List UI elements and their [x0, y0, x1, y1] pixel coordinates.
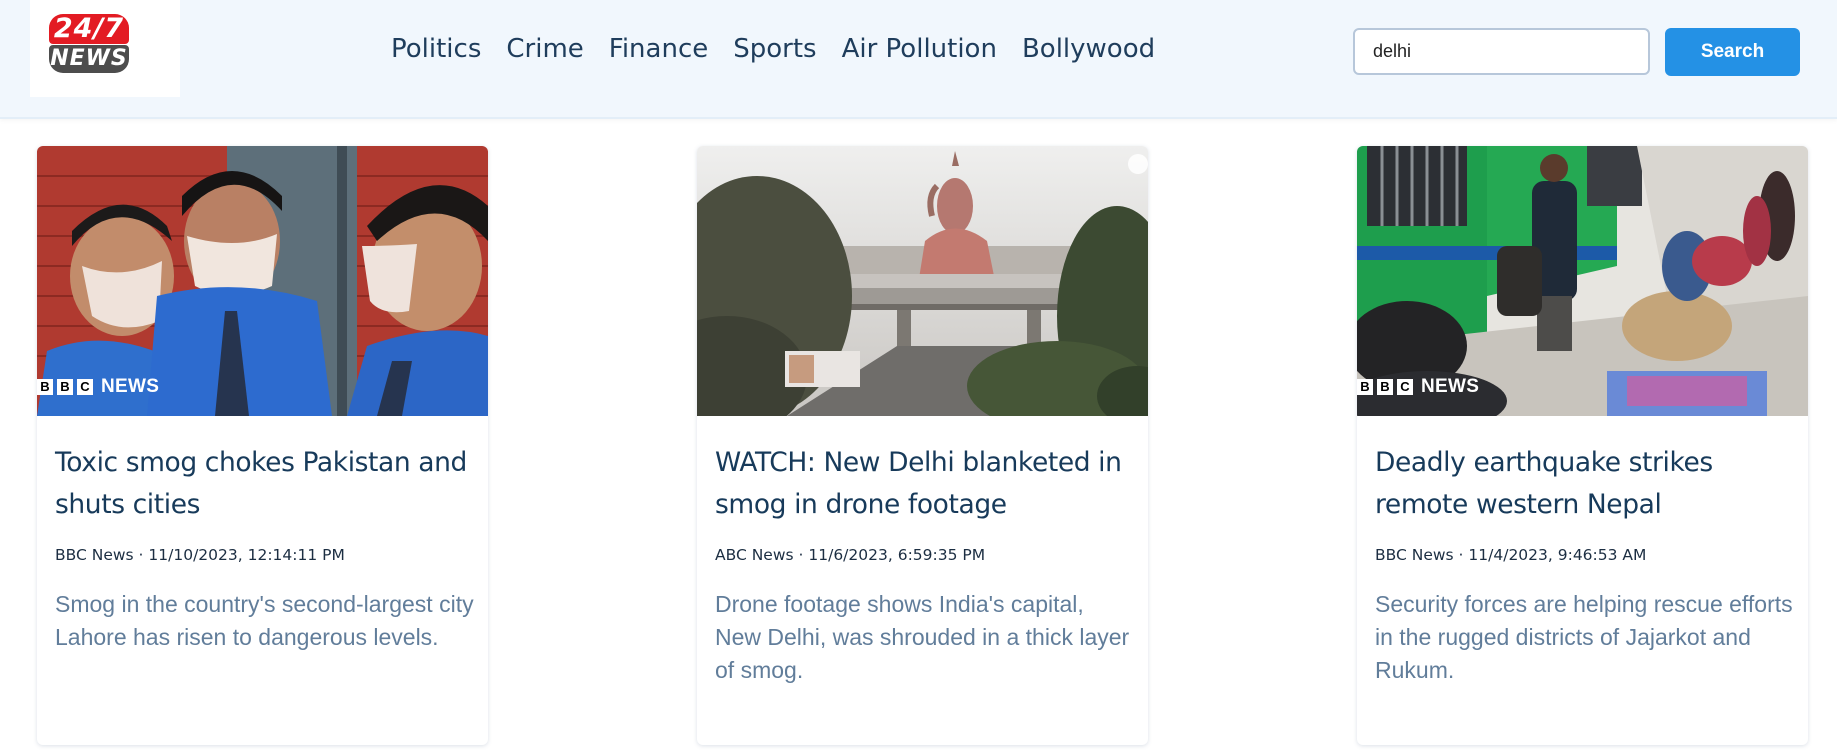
site-logo[interactable]: 24/7 NEWS	[30, 0, 180, 97]
logo-top-text: 24/7	[49, 14, 129, 44]
category-nav: Politics Crime Finance Sports Air Pollut…	[391, 34, 1155, 64]
logo-bottom-text: NEWS	[49, 45, 129, 73]
article-meta: BBC News · 11/10/2023, 12:14:11 PM	[55, 546, 345, 564]
bbc-news-watermark: B B C NEWS	[1357, 376, 1479, 398]
article-card[interactable]: B B C NEWS Deadly earthquake strikes rem…	[1357, 146, 1808, 745]
article-meta: BBC News · 11/4/2023, 9:46:53 AM	[1375, 546, 1647, 564]
article-card[interactable]: WATCH: New Delhi blanketed in smog in dr…	[697, 146, 1148, 745]
article-title[interactable]: Toxic smog chokes Pakistan and shuts cit…	[55, 442, 475, 526]
article-description: Security forces are helping rescue effor…	[1375, 591, 1793, 683]
article-image[interactable]: B B C NEWS	[37, 146, 488, 416]
article-meta: ABC News · 11/6/2023, 6:59:35 PM	[715, 546, 986, 564]
nav-item-sports[interactable]: Sports	[733, 34, 816, 64]
nav-item-politics[interactable]: Politics	[391, 34, 481, 64]
nav-item-air-pollution[interactable]: Air Pollution	[842, 34, 997, 64]
search-input[interactable]	[1353, 28, 1650, 75]
nav-item-crime[interactable]: Crime	[506, 34, 583, 64]
article-card[interactable]: B B C NEWS Toxic smog chokes Pakistan an…	[37, 146, 488, 745]
site-header: 24/7 NEWS Politics Crime Finance Sports …	[0, 0, 1837, 119]
article-title[interactable]: WATCH: New Delhi blanketed in smog in dr…	[715, 442, 1135, 526]
article-description: Drone footage shows India's capital, New…	[715, 591, 1130, 683]
nav-item-bollywood[interactable]: Bollywood	[1022, 34, 1155, 64]
article-image[interactable]: B B C NEWS	[1357, 146, 1808, 416]
article-image[interactable]	[697, 146, 1148, 416]
article-description: Smog in the country's second-largest cit…	[55, 591, 474, 650]
article-title[interactable]: Deadly earthquake strikes remote western…	[1375, 442, 1795, 526]
bbc-news-watermark: B B C NEWS	[37, 376, 159, 398]
search-button[interactable]: Search	[1665, 28, 1800, 76]
nav-item-finance[interactable]: Finance	[609, 34, 708, 64]
